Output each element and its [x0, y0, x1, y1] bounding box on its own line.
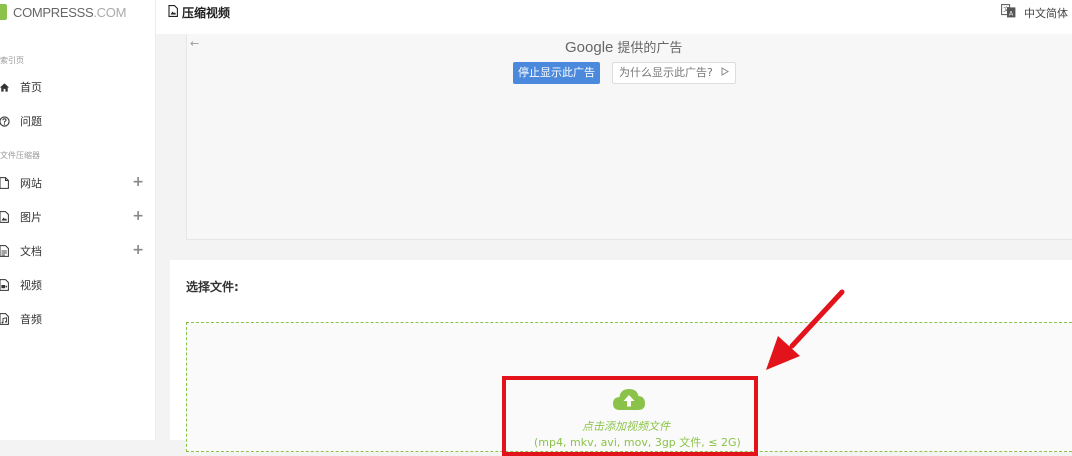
red-arrow-annotation — [766, 289, 845, 370]
arrow-shaft — [789, 289, 845, 349]
